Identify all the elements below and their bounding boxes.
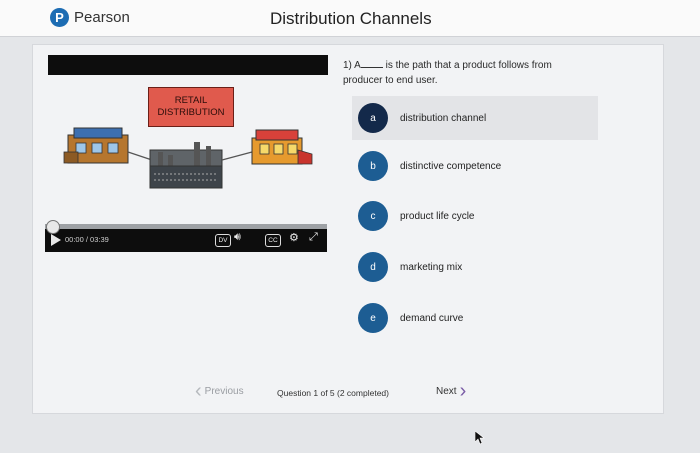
answer-option-e[interactable]: e demand curve xyxy=(352,296,598,340)
next-button[interactable]: Next › xyxy=(436,380,467,402)
answer-blank xyxy=(360,58,383,68)
video-time: 00:00 / 03:39 xyxy=(65,235,109,244)
volume-icon[interactable]: 🔊︎ xyxy=(234,231,241,244)
video-title-bar xyxy=(48,55,328,75)
option-letter-b[interactable]: b xyxy=(358,151,388,181)
app-header: P Pearson Distribution Channels xyxy=(0,0,700,37)
answer-option-c[interactable]: c product life cycle xyxy=(352,194,598,238)
question-text: 1) A is the path that a product follows … xyxy=(343,58,578,88)
option-text-e[interactable]: demand curve xyxy=(400,313,463,324)
page-title: Distribution Channels xyxy=(270,9,432,28)
question-number: 1) xyxy=(343,60,352,71)
question-progress: Question 1 of 5 (2 completed) xyxy=(277,388,389,398)
option-letter-d[interactable]: d xyxy=(358,252,388,282)
pearson-logo[interactable]: P Pearson xyxy=(50,8,130,27)
chevron-right-icon: › xyxy=(459,380,467,402)
option-text-a[interactable]: distribution channel xyxy=(400,113,486,124)
chevron-left-icon: ‹ xyxy=(195,380,202,402)
retail-store-left-icon xyxy=(63,127,129,164)
previous-label: Previous xyxy=(204,385,244,397)
pearson-logo-icon: P xyxy=(50,8,69,27)
option-letter-e[interactable]: e xyxy=(358,303,388,333)
answer-option-b[interactable]: b distinctive competence xyxy=(352,144,598,188)
question-lead: A xyxy=(354,60,361,71)
answer-option-d[interactable]: d marketing mix xyxy=(352,245,598,289)
option-letter-c[interactable]: c xyxy=(358,201,388,231)
mouse-cursor-icon xyxy=(475,431,485,445)
retail-distribution-sign: RETAIL DISTRIBUTION xyxy=(148,87,234,127)
option-letter-a[interactable]: a xyxy=(358,103,388,133)
answer-option-a[interactable]: a distribution channel xyxy=(352,96,598,140)
option-text-b[interactable]: distinctive competence xyxy=(400,161,501,172)
option-text-c[interactable]: product life cycle xyxy=(400,211,474,222)
play-icon[interactable] xyxy=(51,234,61,246)
next-label: Next xyxy=(436,385,457,397)
video-progress-bar[interactable] xyxy=(45,220,327,234)
settings-gear-icon[interactable]: ⚙︎ xyxy=(289,231,299,244)
option-text-d[interactable]: marketing mix xyxy=(400,262,462,273)
factory-icon xyxy=(149,142,223,189)
descriptive-video-button[interactable]: DV xyxy=(215,234,231,247)
progress-knob[interactable] xyxy=(46,220,60,234)
video-controls: 00:00 / 03:39 DV 🔊︎ CC ⚙︎ ⤢ xyxy=(45,220,327,252)
retail-store-right-icon xyxy=(251,129,313,165)
closed-captions-button[interactable]: CC xyxy=(265,234,281,247)
previous-button[interactable]: ‹ Previous xyxy=(195,380,244,402)
fullscreen-icon[interactable]: ⤢ xyxy=(309,231,318,244)
brand-name: Pearson xyxy=(74,9,130,26)
